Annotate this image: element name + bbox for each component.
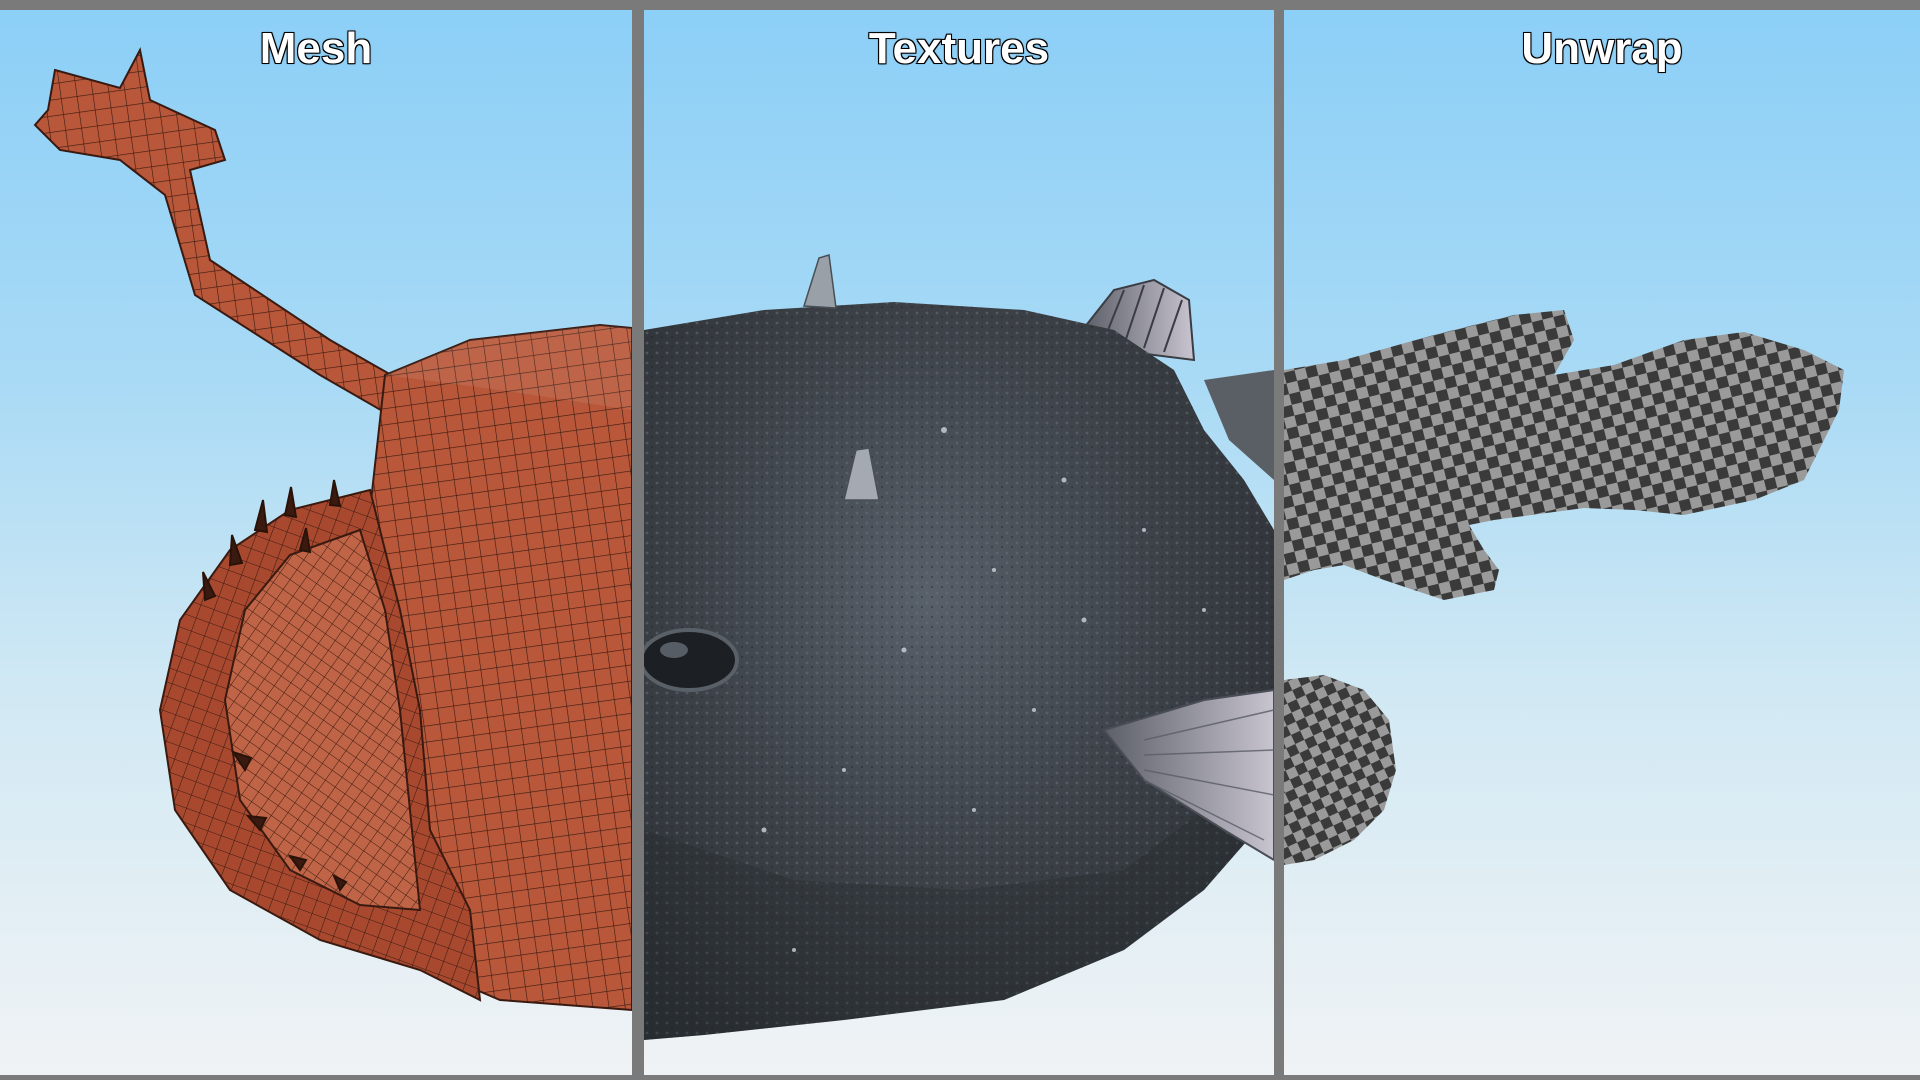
mesh-panel-title: Mesh <box>259 23 373 74</box>
textures-panel: Textures <box>644 10 1274 1075</box>
mesh-render <box>33 47 632 1012</box>
unwrap-round-island <box>1284 675 1396 865</box>
mesh-panel: Mesh <box>0 10 632 1075</box>
textures-eye <box>644 628 739 692</box>
unwrap-panel: Unwrap <box>1284 10 1920 1075</box>
textures-render <box>644 254 1274 1040</box>
unwrap-lure-island <box>1284 310 1844 600</box>
textures-horn <box>802 254 837 309</box>
unwrap-render <box>1284 310 1844 865</box>
textures-panel-title: Textures <box>868 23 1050 74</box>
unwrap-panel-title: Unwrap <box>1520 23 1683 74</box>
comparison-frame: Mesh Textures Unwrap <box>0 0 1920 1080</box>
